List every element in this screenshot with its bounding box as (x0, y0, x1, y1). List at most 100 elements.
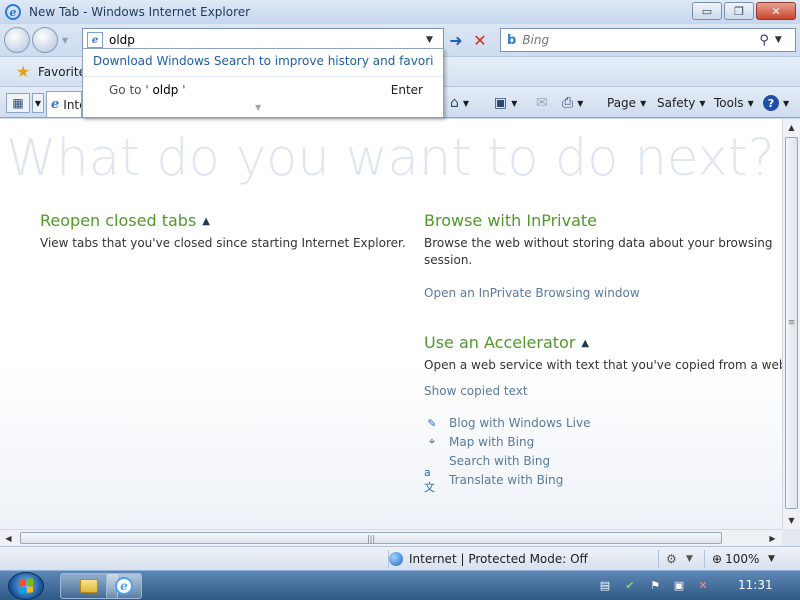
scroll-left-icon[interactable]: ◀ (0, 530, 17, 546)
accelerator-item-map[interactable]: ⌖ Map with Bing (424, 434, 534, 450)
goto-suffix: ' (182, 83, 186, 97)
search-icon[interactable]: ⚲ (759, 33, 769, 48)
home-button[interactable]: ⌂ ▼ (450, 94, 469, 112)
grip-icon: ||| (366, 533, 376, 543)
chevron-down-icon: ▼ (699, 98, 706, 108)
restore-icon: ❐ (734, 4, 744, 18)
use-accelerator-heading[interactable]: Use an Accelerator ▲ (424, 333, 589, 352)
goto-prefix: Go to ' (109, 83, 149, 97)
tools-menu-label: Tools (714, 96, 744, 110)
stop-button[interactable]: ✕ (470, 30, 490, 50)
tab-list-button[interactable]: ▼ (32, 93, 44, 113)
go-button[interactable]: ➜ (446, 30, 466, 50)
minimize-icon: ▭ (701, 4, 713, 18)
divider (704, 550, 705, 568)
translate-icon: a文 (424, 465, 435, 494)
scroll-down-icon[interactable]: ▼ (783, 512, 800, 529)
safety-menu[interactable]: Safety ▼ (657, 94, 706, 112)
goto-value: oldp (152, 83, 179, 97)
forward-button[interactable] (32, 27, 58, 53)
caret-up-icon[interactable]: ▲ (202, 216, 210, 227)
quick-tabs-button[interactable]: ▦ (6, 93, 30, 113)
network-icon[interactable]: ▣ (672, 578, 686, 592)
reopen-closed-tabs-heading[interactable]: Reopen closed tabs ▲ (40, 211, 210, 230)
taskbar-internet-explorer-button[interactable]: e (106, 573, 142, 599)
tab-new-tab[interactable]: e Internet Explorer (46, 91, 82, 117)
scrollbar-corner (782, 529, 800, 546)
address-dropdown-icon[interactable]: ▼ (426, 35, 433, 45)
folder-icon (80, 579, 98, 593)
volume-muted-icon[interactable]: ✕ (696, 578, 710, 592)
search-input[interactable] (522, 33, 758, 47)
taskbar: e ▤ ✔ ⚑ ▣ ✕ 11:31 (0, 570, 800, 600)
expand-dropdown-icon[interactable]: ▼ (255, 103, 261, 112)
scroll-right-icon[interactable]: ▶ (764, 530, 781, 546)
read-mail-button[interactable]: ✉ (536, 94, 548, 112)
chevron-down-icon: ▼ (462, 98, 470, 108)
chevron-down-icon[interactable]: ▼ (686, 554, 693, 564)
search-box[interactable]: b ⚲ ▼ (500, 28, 796, 52)
recent-pages-dropdown-icon[interactable]: ▼ (62, 36, 68, 45)
tools-menu[interactable]: Tools ▼ (714, 94, 754, 112)
title-bar: e New Tab - Windows Internet Explorer ▭ … (0, 0, 800, 24)
tray-security-icon[interactable]: ✔ (623, 578, 637, 592)
minimize-button[interactable]: ▭ (692, 2, 722, 20)
status-bar: Internet | Protected Mode: Off ⚙ ▼ ⊕ 100… (0, 546, 800, 570)
grid-icon: ▦ (12, 96, 24, 110)
bing-icon: b (507, 32, 517, 48)
zoom-level-button[interactable]: ⊕ 100% (712, 552, 759, 566)
enter-hint: Enter (390, 83, 423, 97)
page-menu[interactable]: Page ▼ (607, 94, 646, 112)
security-zone[interactable]: Internet | Protected Mode: Off (388, 550, 588, 568)
tray-document-icon[interactable]: ▤ (598, 578, 612, 592)
window-controls: ▭ ❐ ✕ (690, 2, 796, 20)
horizontal-scrollbar[interactable]: ◀ ||| ▶ (0, 529, 800, 546)
protected-mode-icon[interactable]: ⚙ (666, 552, 677, 566)
accelerator-item-blog[interactable]: ✎ Blog with Windows Live (424, 415, 591, 431)
caret-up-icon[interactable]: ▲ (581, 338, 589, 349)
internet-explorer-icon: e (5, 4, 21, 20)
chevron-down-icon: ▼ (640, 98, 647, 108)
new-tab-page: What do you want to do next? Reopen clos… (0, 119, 782, 529)
accelerator-item-translate[interactable]: a文 Translate with Bing (424, 465, 564, 494)
print-button[interactable]: ⎙ ▼ (562, 94, 583, 112)
search-options-dropdown-icon[interactable]: ▼ (775, 35, 782, 45)
feeds-button[interactable]: ▣ ▼ (494, 94, 517, 112)
chevron-down-icon: ▼ (511, 98, 518, 108)
favorites-star-icon[interactable]: ★ (16, 62, 30, 81)
close-button[interactable]: ✕ (756, 2, 796, 20)
back-button[interactable] (4, 27, 30, 53)
reopen-closed-tabs-title: Reopen closed tabs (40, 211, 197, 230)
address-autocomplete-dropdown: Download Windows Search to improve histo… (82, 48, 444, 118)
home-icon: ⌂ (450, 95, 459, 111)
goto-suggestion[interactable]: Go to ' oldp ' (109, 83, 186, 97)
start-button[interactable] (8, 572, 44, 600)
open-inprivate-link[interactable]: Open an InPrivate Browsing window (424, 286, 640, 300)
x-icon: ✕ (473, 30, 487, 50)
internet-explorer-icon: e (115, 577, 133, 595)
accelerator-item-label: Map with Bing (449, 435, 535, 449)
help-menu[interactable]: ? ▼ (763, 94, 789, 112)
action-center-flag-icon[interactable]: ⚑ (648, 578, 662, 592)
clock[interactable]: 11:31 (738, 578, 773, 592)
zoom-icon: ⊕ (712, 552, 723, 566)
vertical-scroll-thumb[interactable]: ≡ (785, 137, 798, 509)
page-menu-label: Page (607, 96, 637, 110)
zoom-dropdown-icon[interactable]: ▼ (768, 554, 775, 564)
chevron-down-icon: ▼ (577, 98, 584, 108)
accelerator-item-search[interactable]: Search with Bing (424, 453, 550, 469)
vertical-scrollbar[interactable]: ▲ ≡ ▼ (782, 119, 800, 529)
accelerator-item-label: Translate with Bing (449, 473, 564, 487)
internet-explorer-icon: e (51, 97, 60, 112)
windows-search-download-link[interactable]: Download Windows Search to improve histo… (93, 54, 433, 68)
show-copied-text-link[interactable]: Show copied text (424, 384, 528, 398)
windows-logo-icon (19, 578, 33, 594)
address-input[interactable] (109, 33, 424, 47)
help-icon: ? (763, 95, 779, 111)
scroll-up-icon[interactable]: ▲ (783, 119, 800, 136)
maximize-button[interactable]: ❐ (724, 2, 754, 20)
printer-icon: ⎙ (562, 95, 574, 111)
blog-icon: ✎ (427, 416, 437, 430)
horizontal-scroll-thumb[interactable]: ||| (20, 532, 722, 544)
accelerator-item-label: Blog with Windows Live (449, 416, 591, 430)
